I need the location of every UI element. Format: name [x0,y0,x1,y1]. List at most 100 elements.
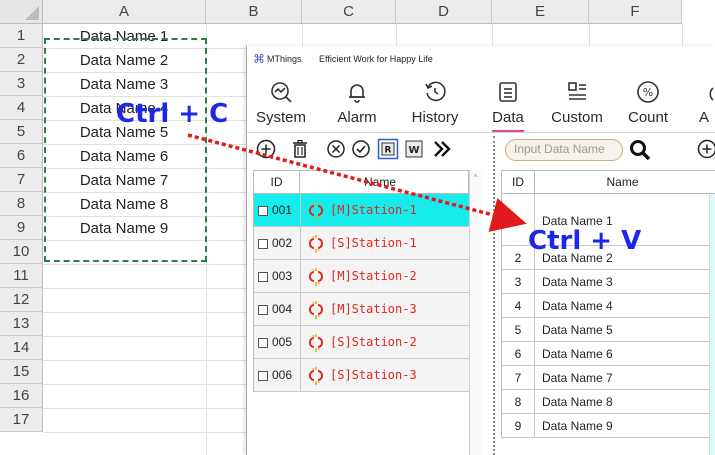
col-header-d[interactable]: D [396,0,492,24]
cancel-circle-icon[interactable] [325,138,347,160]
station-row[interactable]: 001 [M]Station-1 [253,194,469,227]
row-header[interactable]: 8 [0,192,43,216]
svg-text:R: R [385,146,392,156]
data-row[interactable]: 9 Data Name 9 [501,414,715,438]
column-divider [300,194,301,227]
column-divider [300,227,301,260]
data-name: Data Name 7 [542,371,613,385]
row-header[interactable]: 12 [0,288,43,312]
row-header[interactable]: 17 [0,408,43,432]
ribbon-label: Alarm [337,109,377,126]
data-id: 7 [502,366,535,389]
col-header-c[interactable]: C [302,0,396,24]
broken-link-icon [305,299,327,321]
row-header[interactable]: 5 [0,120,43,144]
ribbon-label: Data [486,109,530,132]
column-divider [300,293,301,326]
row-header[interactable]: 7 [0,168,43,192]
ribbon-label: Custom [551,109,603,126]
ribbon-data[interactable]: Data [486,76,530,132]
data-row[interactable]: 5 Data Name 5 [501,318,715,342]
col-header-a[interactable]: A [43,0,206,24]
station-name: [S]Station-3 [330,368,417,382]
ribbon-label: Count [627,109,669,126]
check-circle-icon[interactable] [350,138,372,160]
select-all-corner[interactable] [0,0,43,24]
data-name: Data Name 4 [542,299,613,313]
paste-annotation: Ctrl + V [528,226,642,256]
add-circle-icon[interactable] [255,138,277,160]
station-row[interactable]: 005 [S]Station-2 [253,326,469,359]
station-row[interactable]: 002 [S]Station-1 [253,227,469,260]
col-name-header: Name [363,175,396,189]
station-id: 003 [272,269,293,283]
row-header[interactable]: 13 [0,312,43,336]
row-header[interactable]: 10 [0,240,43,264]
app-slogan: Efficient Work for Happy Life [319,54,433,64]
ribbon-divider [247,132,715,133]
read-icon[interactable]: R [377,138,399,160]
row-checkbox[interactable] [258,239,268,249]
left-scrollbar[interactable]: ^ [469,170,481,455]
add-data-icon[interactable] [696,138,715,160]
ribbon-clipped[interactable]: A [689,76,715,130]
column-divider [300,359,301,392]
station-id: 002 [272,236,293,250]
row-checkbox[interactable] [258,272,268,282]
panel-splitter[interactable] [493,136,497,455]
row-header[interactable]: 2 [0,48,43,72]
data-row[interactable]: 7 Data Name 7 [501,366,715,390]
data-row[interactable]: 3 Data Name 3 [501,270,715,294]
row-header[interactable]: 3 [0,72,43,96]
right-table-header: ID Name [501,170,715,194]
broken-link-icon [305,200,327,222]
station-row[interactable]: 003 [M]Station-2 [253,260,469,293]
ribbon-custom[interactable]: Custom [546,76,608,130]
data-id: 8 [502,390,535,413]
row-header[interactable]: 4 [0,96,43,120]
app-logo-icon: ⌘ [253,52,265,66]
double-chevron-icon[interactable] [431,138,453,160]
station-name: [M]Station-1 [330,203,417,217]
station-row[interactable]: 006 [S]Station-3 [253,359,469,392]
column-divider [300,260,301,293]
scroll-up-icon[interactable]: ^ [471,174,480,182]
ribbon-history[interactable]: History [402,76,468,130]
row-header[interactable]: 6 [0,144,43,168]
ribbon-system[interactable]: System [251,76,311,130]
station-row[interactable]: 004 [M]Station-3 [253,293,469,326]
ribbon-alarm[interactable]: Alarm [327,76,387,130]
write-icon[interactable]: W [403,138,425,160]
data-search-input[interactable]: Input Data Name [505,139,623,161]
row-checkbox[interactable] [258,305,268,315]
row-header[interactable]: 9 [0,216,43,240]
mthings-window: ⌘ MThings Efficient Work for Happy Life … [246,46,715,455]
data-id: 9 [502,414,535,437]
ribbon-count[interactable]: % Count [619,76,677,130]
ribbon-label: History [411,109,459,126]
trash-icon[interactable] [289,138,311,160]
row-checkbox[interactable] [258,206,268,216]
data-row[interactable]: 4 Data Name 4 [501,294,715,318]
row-header[interactable]: 16 [0,384,43,408]
col-header-b[interactable]: B [206,0,302,24]
data-name: Data Name 8 [542,395,613,409]
row-checkbox[interactable] [258,371,268,381]
row-header[interactable]: 15 [0,360,43,384]
search-icon[interactable] [628,138,652,162]
row-header[interactable]: 11 [0,264,43,288]
data-id: 4 [502,294,535,317]
row-checkbox[interactable] [258,338,268,348]
station-id: 004 [272,302,293,316]
col-header-f[interactable]: F [589,0,682,24]
row-header[interactable]: 14 [0,336,43,360]
percent-icon: % [637,81,659,103]
col-header-e[interactable]: E [492,0,589,24]
copy-marquee [44,38,207,262]
data-row[interactable]: 8 Data Name 8 [501,390,715,414]
row-header[interactable]: 1 [0,24,43,48]
right-panel-edge [709,194,715,455]
col-id-header: ID [254,171,300,193]
data-row[interactable]: 6 Data Name 6 [501,342,715,366]
data-name: Data Name 5 [542,323,613,337]
